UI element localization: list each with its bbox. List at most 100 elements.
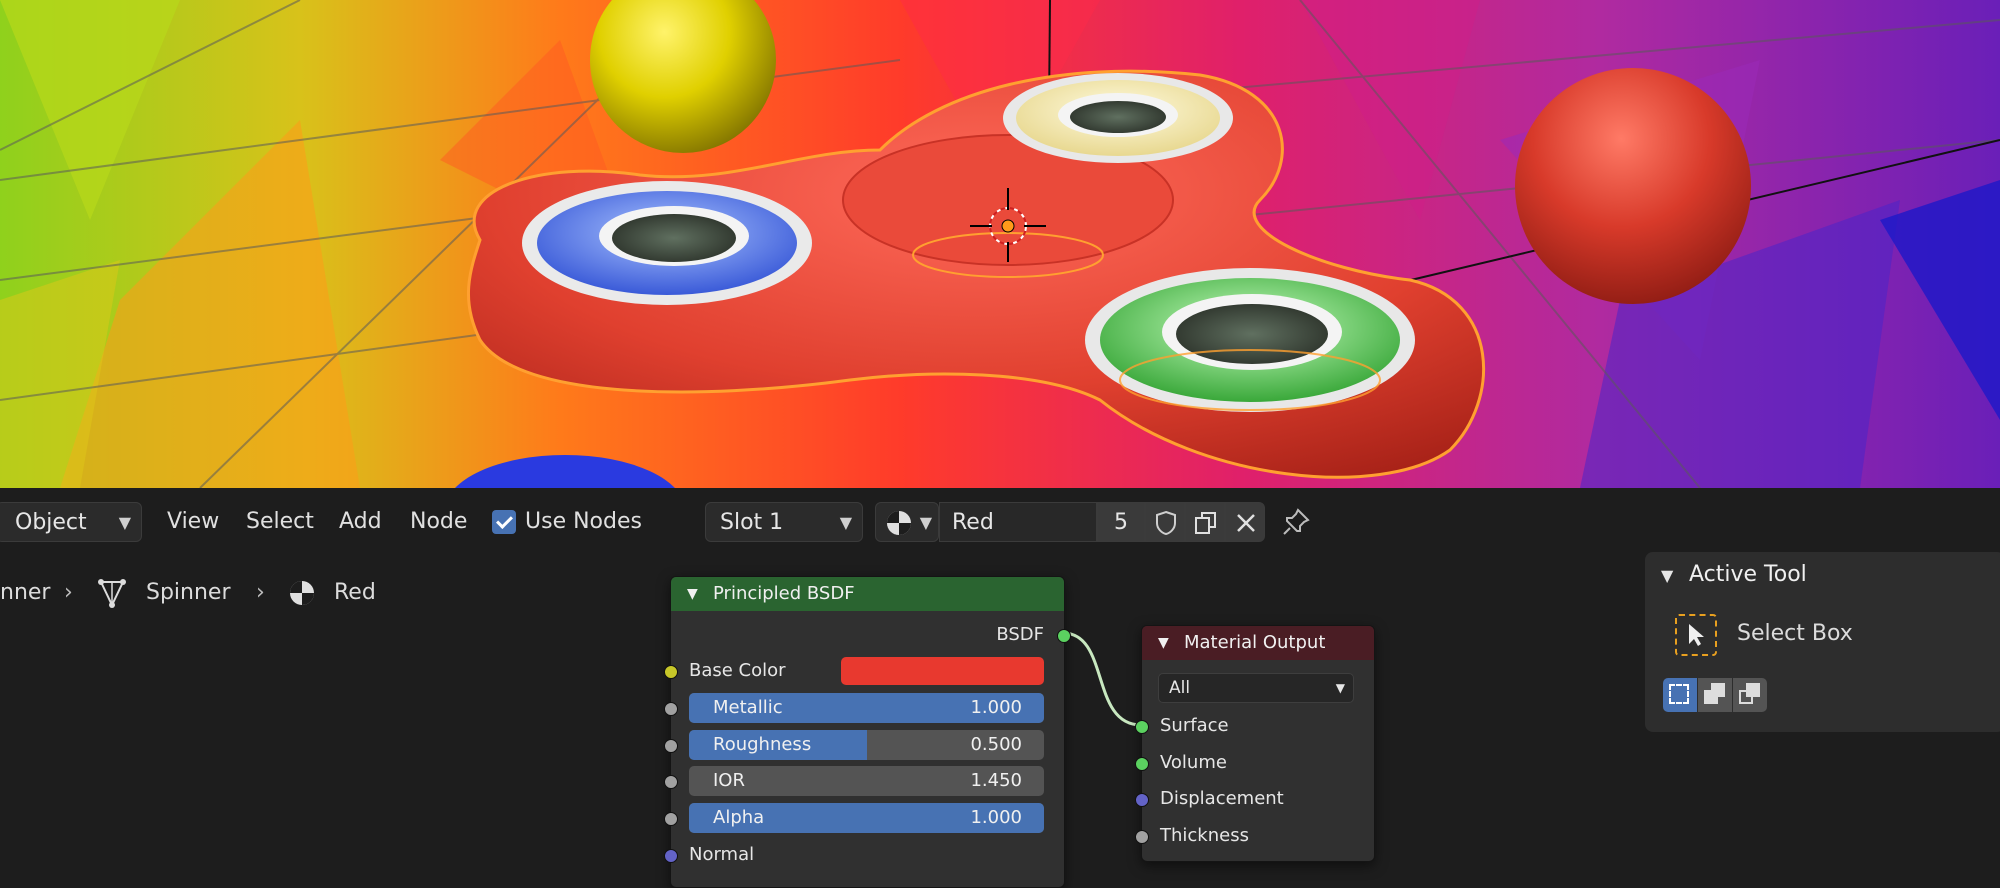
use-nodes-label: Use Nodes [525,509,642,534]
displacement-input-row: Displacement [1135,783,1374,815]
material-name-field[interactable]: Red [939,502,1097,542]
chevron-down-icon[interactable]: ▼ [687,577,698,611]
active-tool-name: Select Box [1737,621,1853,646]
user-count-value: 5 [1114,510,1128,535]
ior-value: 1.450 [970,770,1022,791]
chevron-down-icon[interactable]: ▼ [1158,626,1169,660]
principled-bsdf-header[interactable]: ▼ Principled BSDF [671,577,1064,611]
chevron-down-icon[interactable]: ▼ [1661,566,1673,585]
ior-label: IOR [713,770,745,791]
normal-row: Normal [664,839,1064,871]
alpha-socket[interactable] [664,812,678,826]
roughness-value: 0.500 [970,734,1022,755]
cursor-arrow-icon [1689,624,1704,646]
selection-extend-icon-part [1711,683,1725,697]
pin-icon[interactable] [1280,506,1312,538]
3d-viewport[interactable] [0,0,2000,488]
material-output-node[interactable]: ▼ Material Output All ▼ Surface Volume D… [1135,625,1375,862]
chevron-down-icon: ▼ [118,513,131,532]
principled-bsdf-node[interactable]: ▼ Principled BSDF BSDF Base Color Metall… [664,576,1071,888]
active-tool-title[interactable]: Active Tool [1689,562,1807,587]
displacement-label: Displacement [1160,788,1284,809]
fake-user-shield-icon [1156,510,1176,536]
metallic-value: 1.000 [970,697,1022,718]
mode-extend-button[interactable] [1698,678,1732,712]
mode-dropdown-label: Object [15,510,87,535]
normal-label: Normal [689,844,755,865]
material-output-header[interactable]: ▼ Material Output [1142,626,1374,660]
metallic-socket[interactable] [664,702,678,716]
bsdf-output-socket[interactable] [1057,629,1071,643]
use-nodes-checkbox[interactable] [492,510,516,534]
bsdf-output-row: BSDF [671,619,1071,651]
base-color-swatch[interactable] [841,657,1044,685]
thickness-socket[interactable] [1135,830,1149,844]
slot-dropdown[interactable]: Slot 1 ▼ [705,502,863,542]
select-box-tool-icon[interactable] [1675,614,1717,656]
alpha-label: Alpha [713,807,765,828]
ior-socket[interactable] [664,775,678,789]
menu-node[interactable]: Node [410,488,467,556]
base-color-socket[interactable] [664,665,678,679]
viewport-scene [0,0,2000,488]
material-name-value: Red [952,510,994,535]
menu-view[interactable]: View [167,488,219,556]
material-sphere-icon [887,511,911,535]
field-row-roughness: Roughness 0.500 [664,729,1064,761]
normal-socket[interactable] [664,849,678,863]
chevron-right-icon: › [64,580,73,605]
chevron-right-icon: › [256,580,265,605]
mesh-icon [98,579,126,608]
duplicate-material-button[interactable] [1185,502,1225,542]
alpha-slider[interactable]: Alpha 1.000 [689,803,1044,833]
volume-label: Volume [1160,752,1227,773]
roughness-label: Roughness [713,734,812,755]
chevron-down-icon: ▼ [1335,681,1345,695]
surface-label: Surface [1160,715,1229,736]
menu-add[interactable]: Add [339,488,382,556]
material-browse-button[interactable]: ▼ [875,502,939,542]
metallic-slider[interactable]: Metallic 1.000 [689,693,1044,723]
material-sphere-icon [290,581,314,605]
mode-dropdown[interactable]: Object ▼ [0,502,142,542]
principled-bsdf-title: Principled BSDF [713,583,855,604]
mode-new-button[interactable] [1663,678,1697,712]
volume-socket[interactable] [1135,757,1149,771]
target-dropdown-label: All [1169,678,1191,698]
selection-subtract-icon-part [1746,683,1760,697]
breadcrumb-mesh: Spinner [146,580,231,605]
breadcrumb-object: nner [0,580,51,605]
displacement-socket[interactable] [1135,793,1149,807]
node-editor-header: Object ▼ View Select Add Node Use Nodes … [0,488,2000,556]
metallic-label: Metallic [713,697,783,718]
thickness-input-row: Thickness [1135,820,1374,852]
target-dropdown[interactable]: All ▼ [1158,673,1354,703]
ior-slider[interactable]: IOR 1.450 [689,766,1044,796]
alpha-value: 1.000 [970,807,1022,828]
mode-subtract-button[interactable] [1733,678,1767,712]
breadcrumb-material: Red [334,580,376,605]
roughness-socket[interactable] [664,739,678,753]
slot-dropdown-label: Slot 1 [720,510,784,535]
roughness-slider[interactable]: Roughness 0.500 [689,730,1044,760]
surface-socket[interactable] [1135,720,1149,734]
chevron-down-icon: ▼ [919,513,932,532]
material-output-title: Material Output [1184,632,1326,653]
active-tool-panel: ▼ Active Tool Select Box [1645,552,2000,732]
thickness-label: Thickness [1160,825,1249,846]
base-color-row: Base Color [664,655,1064,687]
selection-new-icon [1669,684,1689,704]
bsdf-output-label: BSDF [996,624,1044,645]
chevron-down-icon: ▼ [839,513,852,532]
field-row-ior: IOR 1.450 [664,765,1064,797]
user-count-button[interactable]: 5 [1097,502,1145,542]
unlink-material-button[interactable] [1225,502,1265,542]
unlink-x-icon [1237,514,1255,532]
duplicate-icon [1195,512,1216,534]
surface-input-row: Surface [1135,710,1374,742]
menu-select[interactable]: Select [246,488,314,556]
volume-input-row: Volume [1135,747,1374,779]
base-color-label: Base Color [689,660,786,681]
field-row-metallic: Metallic 1.000 [664,692,1064,724]
fake-user-button[interactable] [1145,502,1185,542]
